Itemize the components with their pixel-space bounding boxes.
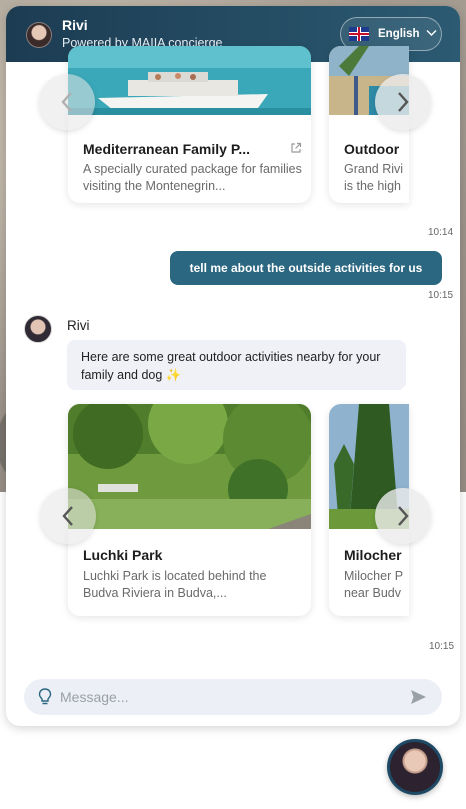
card-image-yacht [68, 46, 311, 115]
carousel-prev-button[interactable] [39, 74, 95, 130]
bot-avatar [24, 315, 52, 343]
card-image-park [68, 404, 311, 529]
card-description: Milocher P near Budv [344, 569, 403, 600]
bot-message-bubble: Here are some great outdoor activities n… [67, 340, 406, 390]
chat-window: Rivi Powered by MAIIA concierge English [6, 6, 460, 726]
user-message-bubble: tell me about the outside activities for… [170, 251, 442, 285]
carousel-next-button[interactable] [375, 488, 431, 544]
external-link-icon[interactable] [290, 141, 302, 153]
card-title: Milocher [344, 547, 402, 563]
bot-name: Rivi [67, 318, 90, 333]
assistant-avatar [26, 22, 52, 48]
message-timestamp: 10:15 [428, 290, 454, 301]
carousel-card[interactable]: Luchki Park Luchki Park is located behin… [68, 404, 311, 616]
message-timestamp: 10:15 [429, 641, 455, 652]
language-label: English [378, 28, 420, 40]
chevron-right-icon [398, 506, 409, 526]
uk-flag-icon [349, 27, 369, 41]
assistant-name: Rivi [62, 17, 88, 33]
card-description: Grand Rivi is the high [344, 162, 404, 193]
carousel-prev-button[interactable] [40, 488, 96, 544]
carousel-next-button[interactable] [375, 74, 431, 130]
chevron-down-icon [426, 28, 437, 40]
card-title: Outdoor [344, 141, 400, 157]
chevron-left-icon [62, 506, 73, 526]
card-description: Luchki Park is located behind the Budva … [83, 569, 267, 600]
chat-launcher-avatar-button[interactable] [387, 739, 443, 795]
send-icon[interactable] [410, 689, 427, 710]
chevron-right-icon [398, 92, 409, 112]
message-input[interactable] [60, 679, 400, 715]
card-title: Mediterranean Family P... [83, 141, 251, 157]
card-description: A specially curated package for families… [83, 162, 302, 193]
card-title: Luchki Park [83, 547, 163, 563]
carousel-card[interactable]: Mediterranean Family P... A specially cu… [68, 46, 311, 203]
lightbulb-icon[interactable] [38, 688, 52, 711]
message-timestamp: 10:14 [428, 227, 454, 238]
chevron-left-icon [61, 92, 72, 112]
message-composer [24, 679, 442, 715]
